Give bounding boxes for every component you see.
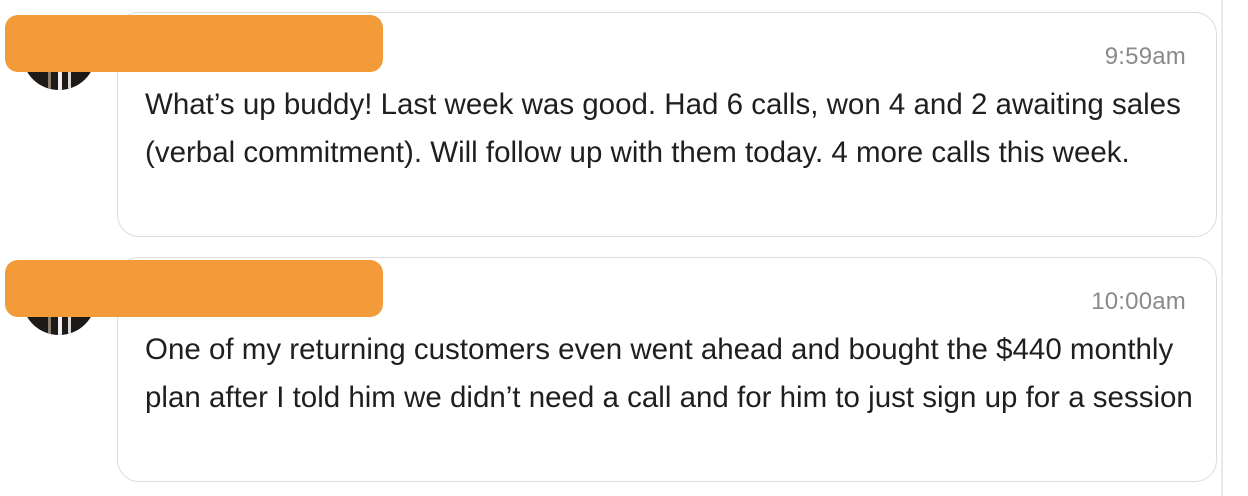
sender-name-redaction [5,260,383,317]
message-text: One of my returning customers even went … [145,333,1193,414]
message-item: 9:59am What’s up buddy! Last week was go… [0,10,1221,242]
message-text: What’s up buddy! Last week was good. Had… [145,88,1181,169]
message-timestamp: 9:59am [1104,43,1186,70]
scrollbar-track[interactable] [1221,0,1223,496]
message-item: 10:00am One of my returning customers ev… [0,255,1221,487]
sender-name-redaction [5,15,383,72]
chat-thread: 9:59am What’s up buddy! Last week was go… [0,0,1248,496]
message-timestamp: 10:00am [1091,288,1186,315]
